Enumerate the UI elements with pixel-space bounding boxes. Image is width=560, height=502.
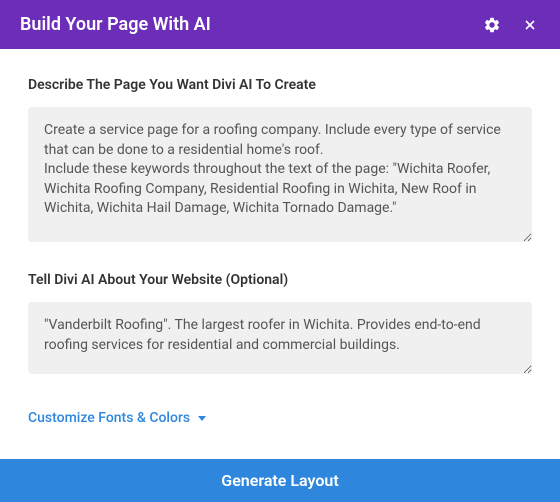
about-label: Tell Divi AI About Your Website (Optiona…	[28, 272, 532, 288]
chevron-down-icon	[198, 416, 206, 421]
modal-content: Describe The Page You Want Divi AI To Cr…	[0, 49, 560, 426]
close-icon[interactable]	[520, 15, 540, 35]
describe-label: Describe The Page You Want Divi AI To Cr…	[28, 77, 532, 93]
describe-input[interactable]	[28, 107, 532, 242]
customize-label: Customize Fonts & Colors	[28, 410, 190, 426]
modal-header: Build Your Page With AI	[0, 0, 560, 49]
settings-icon[interactable]	[482, 15, 502, 35]
customize-fonts-colors-link[interactable]: Customize Fonts & Colors	[28, 410, 206, 426]
about-input[interactable]	[28, 302, 532, 374]
generate-layout-button[interactable]: Generate Layout	[0, 459, 560, 502]
modal-title: Build Your Page With AI	[20, 14, 211, 35]
header-actions	[482, 15, 540, 35]
